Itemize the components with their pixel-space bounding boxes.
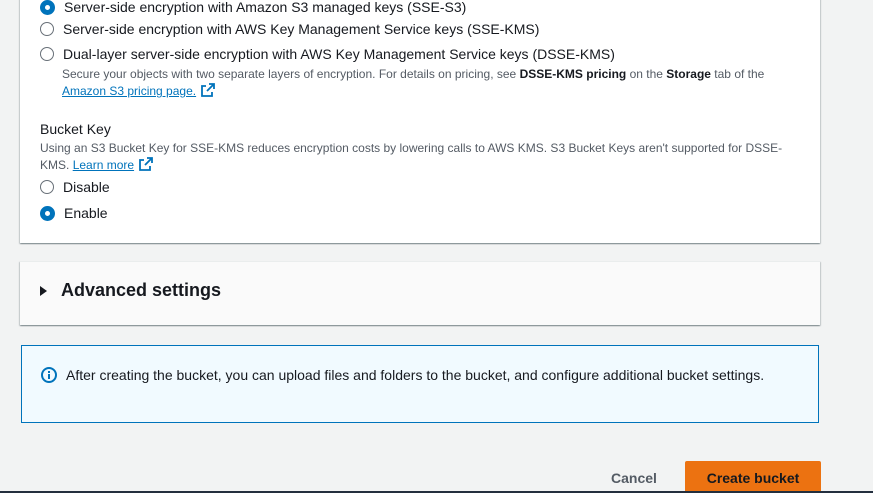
radio-sse-kms[interactable]: Server-side encryption with AWS Key Mana… xyxy=(40,21,539,37)
caret-right-icon xyxy=(40,285,47,296)
advanced-settings-panel: Advanced settings xyxy=(20,261,820,325)
radio-button-checked[interactable] xyxy=(40,0,55,15)
advanced-settings-toggle[interactable]: Advanced settings xyxy=(40,280,221,301)
dsse-kms-description: Secure your objects with two separate la… xyxy=(62,66,802,100)
radio-button[interactable] xyxy=(40,22,54,36)
radio-button[interactable] xyxy=(40,47,54,61)
bucket-key-description: Using an S3 Bucket Key for SSE-KMS reduc… xyxy=(40,140,800,174)
bucket-key-label: Bucket Key xyxy=(40,121,111,137)
radio-label-enable: Enable xyxy=(64,205,108,221)
external-link-icon xyxy=(201,83,215,97)
desc-bold-storage: Storage xyxy=(666,67,711,81)
radio-label-dsse-kms: Dual-layer server-side encryption with A… xyxy=(63,46,615,62)
cancel-button[interactable]: Cancel xyxy=(598,462,670,492)
desc-text: Secure your objects with two separate la… xyxy=(62,67,520,81)
radio-label-disable: Disable xyxy=(63,179,110,195)
info-icon xyxy=(41,367,57,383)
s3-pricing-link[interactable]: Amazon S3 pricing page. xyxy=(62,84,196,98)
radio-bucket-key-disable[interactable]: Disable xyxy=(40,179,110,195)
radio-label-sse-s3: Server-side encryption with Amazon S3 ma… xyxy=(64,0,467,15)
learn-more-link[interactable]: Learn more xyxy=(73,158,134,172)
info-alert: After creating the bucket, you can uploa… xyxy=(21,345,819,423)
external-link-icon xyxy=(139,157,153,171)
radio-sse-s3[interactable]: Server-side encryption with Amazon S3 ma… xyxy=(40,0,466,15)
create-bucket-button[interactable]: Create bucket xyxy=(685,461,821,493)
encryption-panel: Server-side encryption with Amazon S3 ma… xyxy=(20,0,820,243)
radio-bucket-key-enable[interactable]: Enable xyxy=(40,205,108,221)
radio-dsse-kms[interactable]: Dual-layer server-side encryption with A… xyxy=(40,46,615,62)
advanced-settings-title: Advanced settings xyxy=(61,280,222,300)
radio-label-sse-kms: Server-side encryption with AWS Key Mana… xyxy=(63,21,540,37)
desc-bold-pricing: DSSE-KMS pricing xyxy=(519,67,627,81)
radio-button-checked[interactable] xyxy=(40,205,55,221)
desc-text: on the xyxy=(626,67,667,81)
desc-text: tab of the xyxy=(710,67,765,81)
info-alert-text: After creating the bucket, you can uploa… xyxy=(66,367,765,383)
radio-button[interactable] xyxy=(40,180,54,194)
